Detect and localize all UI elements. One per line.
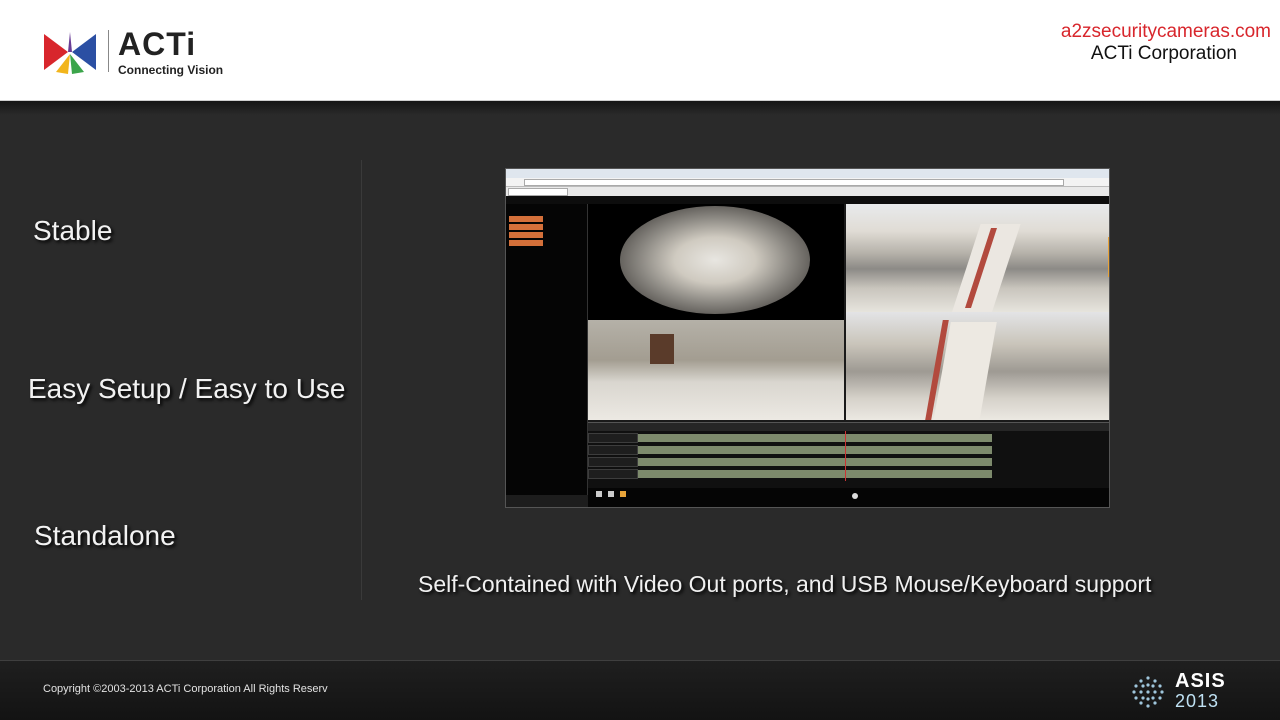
timeline-row xyxy=(588,457,1109,467)
fisheye-video-view xyxy=(588,204,844,320)
camera-item xyxy=(509,216,543,222)
event-year: 2013 xyxy=(1175,691,1220,711)
acti-logo-icon xyxy=(44,32,96,74)
header: ACTi Connecting Vision a2zsecuritycamera… xyxy=(0,0,1280,101)
browser-address-bar xyxy=(506,178,1109,187)
playback-controls xyxy=(588,488,1109,507)
header-shadow-band xyxy=(0,101,1280,115)
logo-divider xyxy=(108,30,109,72)
layout-icon xyxy=(620,491,626,497)
logo-tagline: Connecting Vision xyxy=(118,63,224,77)
playback-timeline xyxy=(588,422,1109,488)
event-name: ASIS xyxy=(1175,670,1226,692)
timeline-header xyxy=(588,423,1109,431)
feature-stable: Stable xyxy=(33,215,113,246)
play-icon xyxy=(852,493,858,499)
asis-dots-icon xyxy=(1132,676,1164,708)
side-panel-tab xyxy=(1108,237,1109,277)
camera-item xyxy=(509,240,543,246)
office-video-view-1 xyxy=(846,204,1109,312)
camera-item xyxy=(509,224,543,230)
logo-word: ACTi xyxy=(118,26,197,62)
screenshot-caption: Self-Contained with Video Out ports, and… xyxy=(418,571,1152,597)
browser-tab-bar xyxy=(506,187,1109,196)
office-video-view-2 xyxy=(846,312,1109,420)
sidebar-footer xyxy=(506,495,588,507)
footer: Copyright ©2003-2013 ACTi Corporation Al… xyxy=(0,660,1280,720)
nvr-software-screenshot xyxy=(505,168,1110,508)
timeline-row xyxy=(588,433,1109,443)
layout-icon xyxy=(596,491,602,497)
room-video-view xyxy=(588,320,844,420)
browser-title-bar xyxy=(506,169,1109,178)
feature-easy-setup: Easy Setup / Easy to Use xyxy=(28,373,346,404)
site-url[interactable]: a2zsecuritycameras.com xyxy=(1061,21,1271,43)
timeline-row xyxy=(588,469,1109,479)
timeline-row xyxy=(588,445,1109,455)
camera-item xyxy=(509,232,543,238)
layout-icon xyxy=(608,491,614,497)
feature-standalone: Standalone xyxy=(34,520,176,551)
company-name: ACTi Corporation xyxy=(1090,43,1237,64)
copyright-text: Copyright ©2003-2013 ACTi Corporation Al… xyxy=(43,683,328,695)
timeline-cursor xyxy=(845,431,846,481)
app-menu-bar xyxy=(506,196,1109,204)
camera-list-sidebar xyxy=(506,204,588,507)
feature-list: Stable Easy Setup / Easy to Use Standalo… xyxy=(0,160,362,600)
